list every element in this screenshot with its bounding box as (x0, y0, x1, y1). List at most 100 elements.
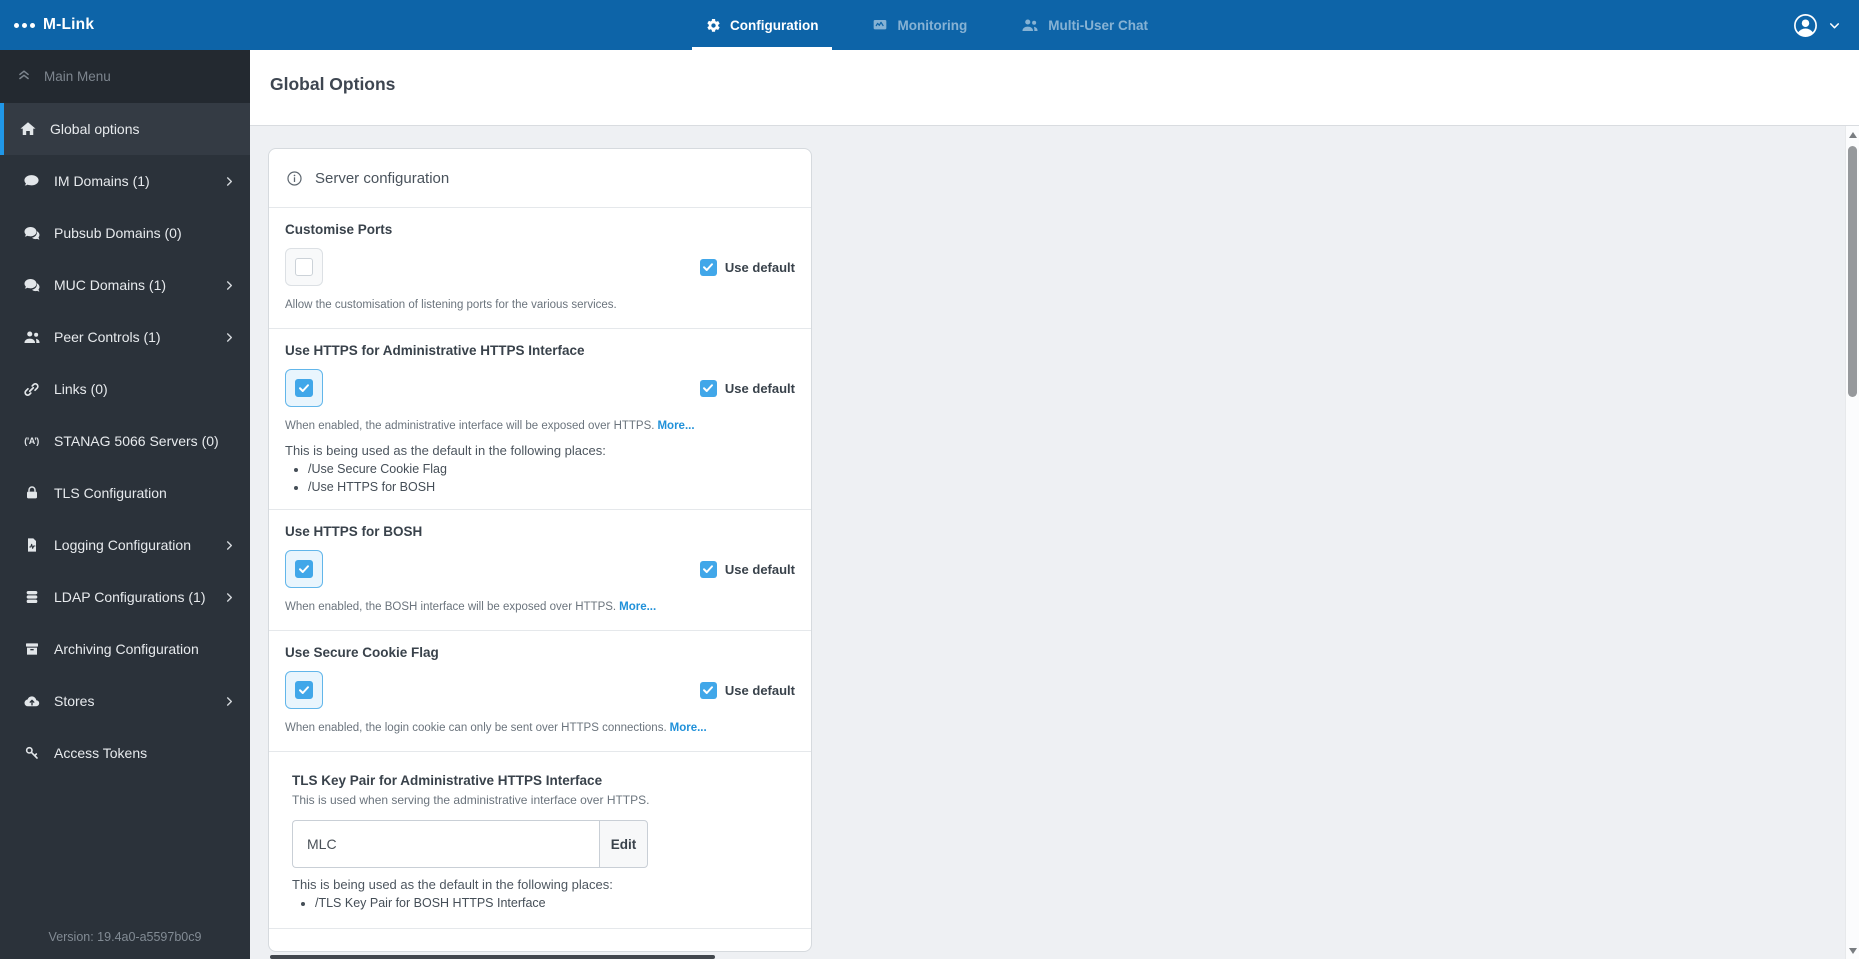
comment-icon (21, 173, 42, 190)
sidebar-item-label: TLS Configuration (54, 484, 167, 501)
use-default-label: Use default (724, 561, 795, 577)
gear-icon (706, 18, 721, 33)
tab-configuration[interactable]: Configuration (692, 0, 833, 50)
setting-description: When enabled, the login cookie can only … (285, 720, 795, 736)
link-icon (21, 381, 42, 398)
archive-icon (21, 641, 42, 657)
sidebar-item-access-tokens[interactable]: Access Tokens (0, 727, 250, 779)
sidebar-item-label: Archiving Configuration (54, 640, 199, 657)
tab-label: Monitoring (897, 17, 968, 33)
vertical-scrollbar-thumb[interactable] (1848, 146, 1857, 397)
scroll-down-button[interactable] (1846, 944, 1859, 958)
comments-icon (21, 276, 42, 294)
stanag-icon: (’A’) (24, 436, 39, 446)
setting-title: TLS Key Pair for Administrative HTTPS In… (292, 773, 603, 789)
scroll-up-button[interactable] (1846, 128, 1859, 142)
more-link[interactable]: More... (657, 420, 694, 432)
use-https-for-bosh-checkbox[interactable] (285, 550, 323, 589)
setting-description: Allow the customisation of listening por… (285, 297, 795, 313)
sidebar-item-ldap-configurations-1[interactable]: LDAP Configurations (1) (0, 571, 250, 623)
people-icon (1021, 16, 1039, 34)
sidebar-item-archiving-configuration[interactable]: Archiving Configuration (0, 623, 250, 675)
sidebar-item-label: Pubsub Domains (0) (54, 224, 182, 241)
sidebar-item-label: MUC Domains (1) (54, 276, 167, 293)
setting-subtitle: This is used when serving the administra… (292, 793, 650, 808)
use-secure-cookie-flag-use-default[interactable]: Use default (699, 681, 795, 699)
sidebar-menu-header[interactable]: Main Menu (0, 50, 250, 103)
user-menu[interactable] (1793, 0, 1841, 50)
more-link[interactable]: More... (619, 601, 656, 613)
toggle-row: Use default (285, 671, 795, 710)
people-icon (21, 328, 42, 346)
setting-title: Use Secure Cookie Flag (285, 645, 439, 661)
server-configuration-card: Server configuration Customise Ports Use … (268, 148, 812, 953)
sidebar-item-label: IM Domains (1) (54, 172, 150, 189)
sidebar-item-label: Global options (50, 120, 140, 137)
description-text: Allow the customisation of listening por… (285, 299, 617, 311)
use-default-checkbox[interactable] (699, 560, 717, 578)
page-title: Global Options (270, 74, 396, 94)
customise-ports-use-default[interactable]: Use default (699, 258, 795, 276)
angles-up-icon (17, 68, 31, 85)
setting-use-secure-cookie-flag: Use Secure Cookie Flag Use default When en… (269, 631, 811, 753)
sidebar-item-peer-controls-1[interactable]: Peer Controls (1) (0, 311, 250, 363)
home-icon (17, 120, 38, 138)
sidebar-item-global-options[interactable]: Global options (0, 103, 250, 155)
sidebar-item-label: Links (0) (54, 380, 108, 397)
use-https-for-bosh-use-default[interactable]: Use default (699, 560, 795, 578)
use-secure-cookie-flag-checkbox[interactable] (285, 671, 323, 710)
use-default-label: Use default (724, 380, 795, 396)
description-text: When enabled, the BOSH interface will be… (285, 601, 617, 614)
sidebar-item-tls-configuration[interactable]: TLS Configuration (0, 467, 250, 519)
used-in-label: This is being used as the default in the… (292, 877, 613, 893)
horizontal-scrollbar-thumb[interactable] (270, 955, 715, 959)
use-default-checkbox[interactable] (699, 681, 717, 699)
tab-monitoring[interactable]: Monitoring (858, 0, 981, 50)
setting-description: When enabled, the BOSH interface will be… (285, 599, 795, 615)
tls-key-pair-input[interactable] (292, 820, 599, 869)
used-in-block: This is being used as the default in the… (285, 443, 795, 494)
menu-header-label: Main Menu (44, 69, 111, 84)
card-header: Server configuration (269, 149, 811, 208)
monitor-icon (872, 17, 888, 33)
tab-label: Multi-User Chat (1048, 17, 1148, 33)
tab-label: Configuration (730, 17, 819, 33)
setting-tls-key-pair-for-administrative-https-interface: TLS Key Pair for Administrative HTTPS In… (269, 752, 811, 930)
more-link[interactable]: More... (670, 722, 707, 734)
checkbox-box (295, 560, 313, 579)
edit-button[interactable]: Edit (599, 820, 648, 869)
sidebar-item-logging-configuration[interactable]: Logging Configuration (0, 519, 250, 571)
use-https-for-administrative-https-interface-checkbox[interactable] (285, 369, 323, 408)
sidebar-item-stanag-5066-servers-0[interactable]: (’A’) STANAG 5066 Servers (0) (0, 415, 250, 467)
customise-ports-checkbox[interactable] (285, 248, 323, 286)
lock-icon (21, 485, 42, 501)
database-icon (21, 589, 42, 605)
brand-name: M-Link (43, 16, 95, 33)
sidebar-item-muc-domains-1[interactable]: MUC Domains (1) (0, 259, 250, 311)
use-default-checkbox[interactable] (699, 379, 717, 397)
triangle-down-icon (1849, 948, 1857, 954)
use-https-for-administrative-https-interface-use-default[interactable]: Use default (699, 379, 795, 397)
sidebar-item-links-0[interactable]: Links (0) (0, 363, 250, 415)
chevron-right-icon (224, 280, 235, 291)
sidebar: Main Menu Global options IM Domains (1) Pu… (0, 50, 250, 959)
info-circle-icon (286, 170, 303, 187)
dots-icon (14, 22, 35, 28)
log-file-icon (21, 537, 42, 553)
vertical-scrollbar[interactable] (1845, 126, 1859, 959)
checkbox-box (295, 258, 313, 276)
sidebar-item-label: STANAG 5066 Servers (0) (54, 432, 219, 449)
sidebar-item-stores[interactable]: Stores (0, 675, 250, 727)
used-in-list: /Use Secure Cookie Flag/Use HTTPS for BO… (285, 462, 795, 494)
tab-multi-user-chat[interactable]: Multi-User Chat (1007, 0, 1162, 50)
content-area: Server configuration Customise Ports Use … (250, 126, 1859, 959)
chevron-right-icon (224, 332, 235, 343)
sidebar-item-pubsub-domains-0[interactable]: Pubsub Domains (0) (0, 207, 250, 259)
card-sections: Customise Ports Use default Allow the cust… (269, 208, 811, 930)
sidebar-item-im-domains-1[interactable]: IM Domains (1) (0, 155, 250, 207)
setting-title: Customise Ports (285, 222, 393, 237)
use-default-checkbox[interactable] (699, 258, 717, 276)
used-in-item: /Use HTTPS for BOSH (308, 480, 795, 494)
sidebar-item-label: Stores (54, 692, 95, 709)
chevron-down-icon (1828, 19, 1841, 32)
